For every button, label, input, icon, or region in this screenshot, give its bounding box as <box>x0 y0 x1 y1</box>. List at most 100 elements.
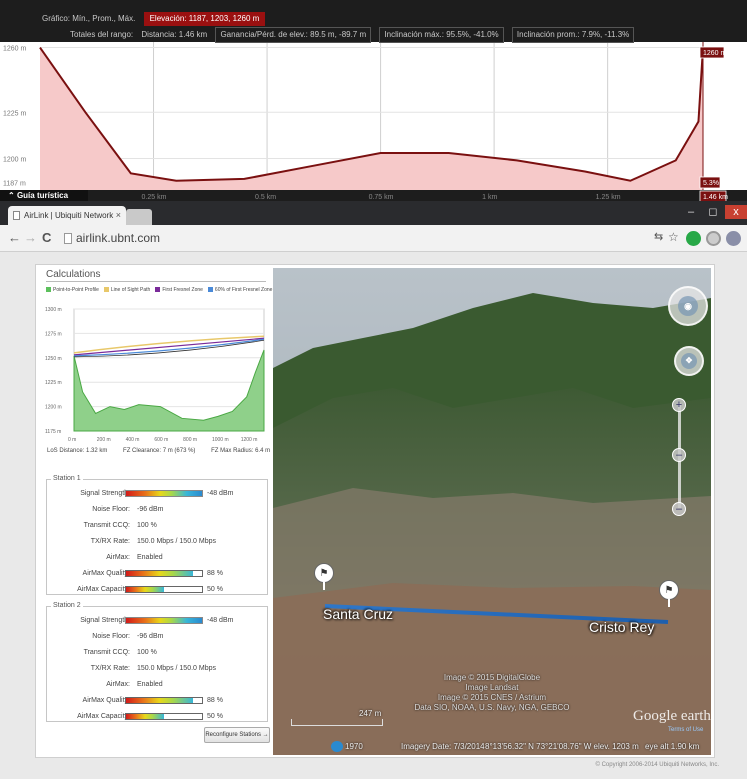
legend-swatch <box>103 287 109 293</box>
x-tick-label: 0.5 km <box>255 194 276 201</box>
x-tick-label: 0.25 km <box>142 194 167 201</box>
airmax-value: Enabled <box>137 554 163 561</box>
station-panel: Station 2 Signal Strength: -48 dBm Noise Fl… <box>46 602 269 722</box>
forward-icon[interactable]: → <box>24 230 37 245</box>
quality-value: 88 % <box>207 570 223 577</box>
capacity-bar-fill <box>126 587 164 592</box>
url-text: airlink.ubnt.com <box>76 231 161 245</box>
credit-line: Image © 2015 DigitalGlobe <box>443 673 541 682</box>
signal-label: Signal Strength: <box>80 617 130 624</box>
capacity-value: 50 % <box>207 713 223 720</box>
credit-line: Image © 2015 CNES / Astrium <box>437 693 547 702</box>
legend-label: Point-to-Point Profile <box>53 287 99 293</box>
google-earth-map[interactable]: ⚑ ⚑ Santa Cruz Cristo Rey ◉ ✥ + – – Imag… <box>273 268 711 755</box>
station-row-signal: Signal Strength: -48 dBm <box>47 489 269 499</box>
zoom-thumb[interactable]: – <box>672 448 686 462</box>
map-status-bar: 1970 Imagery Date: 7/3/2014 8°13'56.32" … <box>273 741 711 754</box>
address-bar[interactable]: airlink.ubnt.com <box>62 230 622 247</box>
station-panel: Station 1 Signal Strength: -48 dBm Noise Fl… <box>46 475 269 595</box>
terms-link[interactable]: Terms of Use <box>668 727 703 733</box>
capacity-label: AirMax Capacity: <box>77 586 130 593</box>
airmax-label: AirMax: <box>106 681 130 688</box>
legend-item: Point-to-Point Profile <box>46 287 99 293</box>
rate-value: 150.0 Mbps / 150.0 Mbps <box>137 538 216 545</box>
noise-value: -96 dBm <box>137 506 164 513</box>
legend-item: First Fresnel Zone <box>155 287 203 293</box>
airmax-label: AirMax: <box>106 554 130 561</box>
maximize-button[interactable]: ◻ <box>703 205 723 219</box>
profile-x-label: 1200 m <box>241 437 258 443</box>
station-row-quality: AirMax Quality: 88 % <box>47 696 269 706</box>
station-row-airmax: AirMax: Enabled <box>47 680 269 690</box>
x-tick-label: 0.75 km <box>369 194 394 201</box>
move-control[interactable]: ✥ <box>674 346 704 376</box>
capacity-bar <box>125 713 203 720</box>
close-window-button[interactable]: x <box>725 205 747 219</box>
profile-x-label: 600 m <box>154 437 168 443</box>
profile-y-label: 1200 m <box>45 405 62 411</box>
station-a-pin[interactable]: ⚑ <box>314 563 334 590</box>
station-row-noise: Noise Floor: -96 dBm <box>47 505 269 515</box>
capacity-label: AirMax Capacity: <box>77 713 130 720</box>
extension-grey-icon[interactable] <box>706 231 721 246</box>
quality-bar-fill <box>126 698 193 703</box>
fz-clearance: FZ Clearance: 7 m (673 %) <box>123 448 196 454</box>
link-profile-chart: 1300 m 1275 m 1250 m 1225 m 1200 m 1175 m 0 m 2… <box>45 307 265 443</box>
tab-close-icon[interactable]: × <box>116 206 121 225</box>
profile-y-label: 1250 m <box>45 356 62 362</box>
rate-label: TX/RX Rate: <box>90 538 130 545</box>
x-tick-label: 1.25 km <box>596 194 621 201</box>
ccq-value: 100 % <box>137 649 157 656</box>
bookmark-star-icon[interactable]: ☆ <box>668 230 679 244</box>
cursor-elevation-tag: 1260 m <box>703 50 727 57</box>
translate-icon[interactable]: ⇆ <box>654 230 663 243</box>
profile-y-label: 1300 m <box>45 307 62 313</box>
browser-tab-bar: AirLink | Ubiquiti Network × – ◻ x <box>0 201 747 225</box>
x-tick-label: 1 km <box>482 194 497 201</box>
extension-green-icon[interactable] <box>686 231 701 246</box>
move-arrows-icon[interactable]: ✥ <box>681 353 697 369</box>
zoom-out-button[interactable]: – <box>672 502 686 516</box>
minimize-button[interactable]: – <box>681 205 701 219</box>
signal-label: Signal Strength: <box>80 490 130 497</box>
los-stats: LoS Distance: 1.32 km FZ Clearance: 7 m … <box>47 448 270 454</box>
new-tab-button[interactable] <box>126 209 152 225</box>
elevation-header-row: Gráfico: Mín., Prom., Máx. Elevación: 11… <box>42 12 271 26</box>
y-tick-label: 1200 m <box>3 157 27 164</box>
look-control[interactable]: ◉ <box>668 286 708 326</box>
time-icon[interactable] <box>331 741 343 752</box>
signal-strength-bar <box>125 490 203 497</box>
browser-tab[interactable]: AirLink | Ubiquiti Network × <box>8 206 126 225</box>
credit-line: Image Landsat <box>465 683 519 692</box>
ccq-label: Transmit CCQ: <box>83 522 130 529</box>
place-label-cristo-rey: Cristo Rey <box>589 619 655 635</box>
profile-y-label: 1175 m <box>45 429 61 435</box>
extension-abp-icon[interactable] <box>726 231 741 246</box>
reconfigure-stations-button[interactable]: Reconfigure Stations → <box>204 727 270 743</box>
pin-icon: ⚑ <box>314 563 334 583</box>
legend-label: First Fresnel Zone <box>162 287 203 293</box>
capacity-bar-fill <box>126 714 164 719</box>
legend-label: Line of Sight Path <box>110 287 151 293</box>
station-b-pin[interactable]: ⚑ <box>659 580 679 607</box>
profile-y-label: 1275 m <box>45 331 62 337</box>
quality-label: AirMax Quality: <box>82 697 130 704</box>
reload-icon[interactable]: C <box>42 230 51 245</box>
pin-icon: ⚑ <box>659 580 679 600</box>
back-icon[interactable]: ← <box>8 230 21 245</box>
grafico-label: Gráfico: Mín., Prom., Máx. <box>42 14 136 23</box>
quality-bar <box>125 697 203 704</box>
guia-turistica-button[interactable]: ⌃ Guía turística <box>0 190 88 201</box>
signal-value: -48 dBm <box>207 617 234 624</box>
station-title: Station 1 <box>51 475 83 482</box>
noise-label: Noise Floor: <box>92 506 130 513</box>
page-icon <box>64 233 72 244</box>
zoom-in-button[interactable]: + <box>672 398 686 412</box>
legend-swatch <box>46 287 51 293</box>
y-tick-label: 1225 m <box>3 110 27 117</box>
inclinacion-prom-readout: Inclinación prom.: 7.9%, -11.3% <box>511 27 635 43</box>
rate-label: TX/RX Rate: <box>90 665 130 672</box>
eye-icon[interactable]: ◉ <box>678 296 698 316</box>
elevation-profile-panel: 1260 m 1225 m 1200 m 1187 m 0.25 km 0.5 km 0.7… <box>0 0 747 201</box>
airlink-page: Calculations Point-to-Point Profile Line … <box>0 252 747 779</box>
